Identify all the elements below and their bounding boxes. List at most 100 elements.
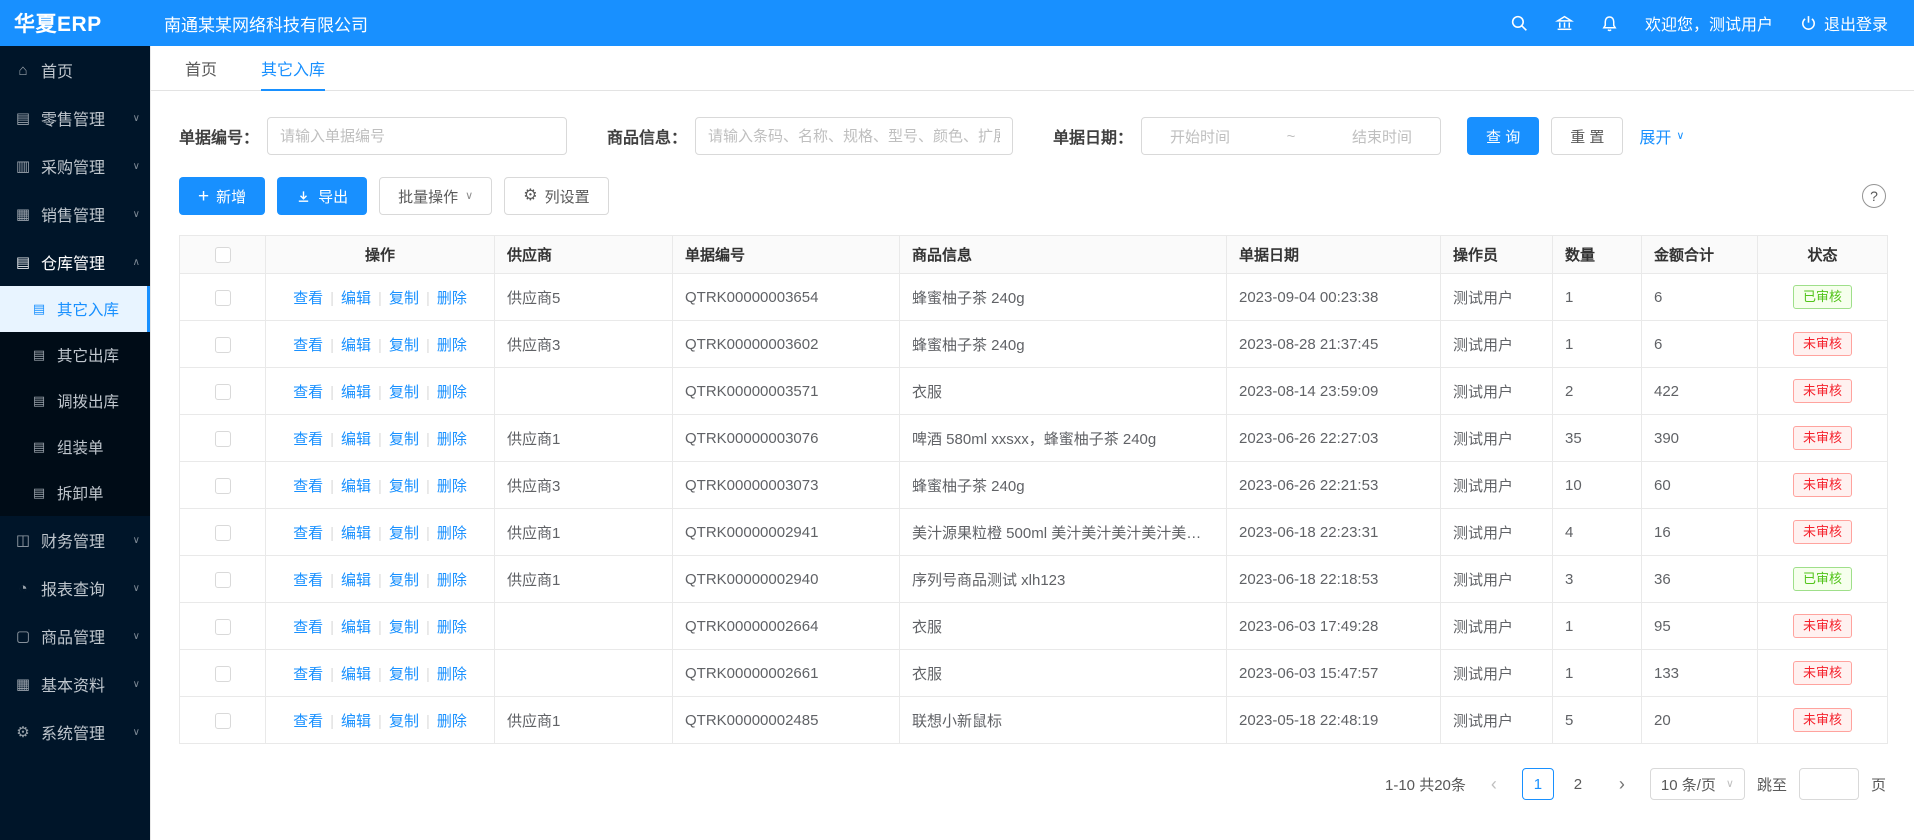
add-button[interactable]: + 新增: [179, 177, 265, 215]
expand-toggle[interactable]: 展开 ∨: [1639, 124, 1684, 148]
tab-home-label: 首页: [185, 56, 217, 80]
action-copy[interactable]: 复制: [389, 525, 419, 542]
action-edit[interactable]: 编辑: [341, 713, 371, 730]
row-checkbox[interactable]: [215, 525, 231, 541]
search-button[interactable]: 查 询: [1467, 117, 1539, 155]
action-delete[interactable]: 删除: [437, 384, 467, 401]
row-checkbox[interactable]: [215, 619, 231, 635]
page-size-select[interactable]: 10 条/页 ∨: [1650, 768, 1745, 800]
action-copy[interactable]: 复制: [389, 384, 419, 401]
sidebar-subitem-other-outbound[interactable]: ▤ 其它出库: [0, 332, 150, 378]
action-view[interactable]: 查看: [293, 478, 323, 495]
next-page-button[interactable]: ›: [1606, 768, 1638, 800]
sidebar-item-goods[interactable]: ▢ 商品管理 ∨: [0, 612, 150, 660]
action-view[interactable]: 查看: [293, 337, 323, 354]
row-checkbox[interactable]: [215, 290, 231, 306]
sidebar-subitem-assemble[interactable]: ▤ 组装单: [0, 424, 150, 470]
action-view[interactable]: 查看: [293, 290, 323, 307]
date-range-picker[interactable]: 开始时间 ~ 结束时间: [1141, 117, 1441, 155]
action-edit[interactable]: 编辑: [341, 431, 371, 448]
row-checkbox[interactable]: [215, 384, 231, 400]
action-edit[interactable]: 编辑: [341, 572, 371, 589]
action-copy[interactable]: 复制: [389, 572, 419, 589]
export-button-label: 导出: [318, 186, 348, 207]
action-delete[interactable]: 删除: [437, 619, 467, 636]
sidebar-subitem-disassemble[interactable]: ▤ 拆卸单: [0, 470, 150, 516]
sidebar-item-basic[interactable]: ▦ 基本资料 ∨: [0, 660, 150, 708]
row-checkbox[interactable]: [215, 713, 231, 729]
reset-button[interactable]: 重 置: [1551, 117, 1623, 155]
page-button-1[interactable]: 1: [1522, 768, 1554, 800]
jump-page-input[interactable]: [1799, 768, 1859, 800]
action-edit[interactable]: 编辑: [341, 384, 371, 401]
action-copy[interactable]: 复制: [389, 666, 419, 683]
row-checkbox[interactable]: [215, 431, 231, 447]
page-button-2[interactable]: 2: [1562, 768, 1594, 800]
action-view[interactable]: 查看: [293, 431, 323, 448]
bill-no-input[interactable]: [267, 117, 567, 155]
action-delete[interactable]: 删除: [437, 666, 467, 683]
action-copy[interactable]: 复制: [389, 431, 419, 448]
table-row: 查看|编辑|复制|删除 QTRK00000002661 衣服 2023-06-0…: [180, 650, 1888, 697]
action-edit[interactable]: 编辑: [341, 478, 371, 495]
export-button[interactable]: 导出: [277, 177, 367, 215]
goods-info-input[interactable]: [695, 117, 1013, 155]
action-delete[interactable]: 删除: [437, 337, 467, 354]
sidebar-item-finance[interactable]: ◫ 财务管理 ∨: [0, 516, 150, 564]
action-edit[interactable]: 编辑: [341, 666, 371, 683]
action-delete[interactable]: 删除: [437, 572, 467, 589]
action-delete[interactable]: 删除: [437, 290, 467, 307]
bank-icon[interactable]: [1555, 14, 1574, 33]
action-view[interactable]: 查看: [293, 666, 323, 683]
action-delete[interactable]: 删除: [437, 431, 467, 448]
sidebar-item-report[interactable]: ◔ 报表查询 ∨: [0, 564, 150, 612]
search-icon[interactable]: [1510, 14, 1529, 33]
cell-goods: 联想小新鼠标: [900, 697, 1227, 744]
warehouse-submenu: ▤ 其它入库 ▤ 其它出库 ▤ 调拨出库 ▤ 组装单 ▤ 拆卸单: [0, 286, 150, 516]
bell-icon[interactable]: [1600, 14, 1619, 33]
action-view[interactable]: 查看: [293, 384, 323, 401]
action-edit[interactable]: 编辑: [341, 619, 371, 636]
help-icon[interactable]: ?: [1862, 184, 1886, 208]
action-view[interactable]: 查看: [293, 525, 323, 542]
action-view[interactable]: 查看: [293, 619, 323, 636]
column-settings-button[interactable]: ⚙ 列设置: [504, 177, 608, 215]
sidebar-item-warehouse[interactable]: ▤ 仓库管理 ∧: [0, 238, 150, 286]
menu-label: 商品管理: [41, 624, 124, 648]
sidebar-item-purchase[interactable]: ▥ 采购管理 ∨: [0, 142, 150, 190]
action-copy[interactable]: 复制: [389, 713, 419, 730]
action-edit[interactable]: 编辑: [341, 290, 371, 307]
action-copy[interactable]: 复制: [389, 337, 419, 354]
action-copy[interactable]: 复制: [389, 478, 419, 495]
cell-goods: 序列号商品测试 xlh123: [900, 556, 1227, 603]
tab-other-inbound[interactable]: 其它入库: [261, 46, 325, 91]
action-delete[interactable]: 删除: [437, 478, 467, 495]
menu-label: 基本资料: [41, 672, 124, 696]
action-delete[interactable]: 删除: [437, 713, 467, 730]
sidebar-item-sales[interactable]: ▦ 销售管理 ∨: [0, 190, 150, 238]
action-edit[interactable]: 编辑: [341, 337, 371, 354]
batch-actions-button[interactable]: 批量操作 ∨: [379, 177, 492, 215]
action-copy[interactable]: 复制: [389, 619, 419, 636]
action-delete[interactable]: 删除: [437, 525, 467, 542]
action-view[interactable]: 查看: [293, 713, 323, 730]
sidebar-item-home[interactable]: ⌂ 首页: [0, 46, 150, 94]
action-copy[interactable]: 复制: [389, 290, 419, 307]
row-checkbox[interactable]: [215, 478, 231, 494]
sidebar-item-system[interactable]: ⚙ 系统管理 ∨: [0, 708, 150, 756]
action-view[interactable]: 查看: [293, 572, 323, 589]
cell-date: 2023-06-03 15:47:57: [1227, 650, 1441, 697]
row-checkbox[interactable]: [215, 572, 231, 588]
row-checkbox[interactable]: [215, 337, 231, 353]
tab-home[interactable]: 首页: [185, 46, 217, 91]
prev-page-button[interactable]: ‹: [1478, 768, 1510, 800]
column-header-5: 操作员: [1441, 236, 1553, 274]
table-row: 查看|编辑|复制|删除 供应商1 QTRK00000002940 序列号商品测试…: [180, 556, 1888, 603]
sidebar-subitem-transfer-out[interactable]: ▤ 调拨出库: [0, 378, 150, 424]
row-checkbox[interactable]: [215, 666, 231, 682]
logout-button[interactable]: 退出登录: [1799, 11, 1888, 35]
sidebar-item-retail[interactable]: ▤ 零售管理 ∨: [0, 94, 150, 142]
action-edit[interactable]: 编辑: [341, 525, 371, 542]
sidebar-subitem-other-inbound[interactable]: ▤ 其它入库: [0, 286, 150, 332]
select-all-checkbox[interactable]: [215, 247, 231, 263]
